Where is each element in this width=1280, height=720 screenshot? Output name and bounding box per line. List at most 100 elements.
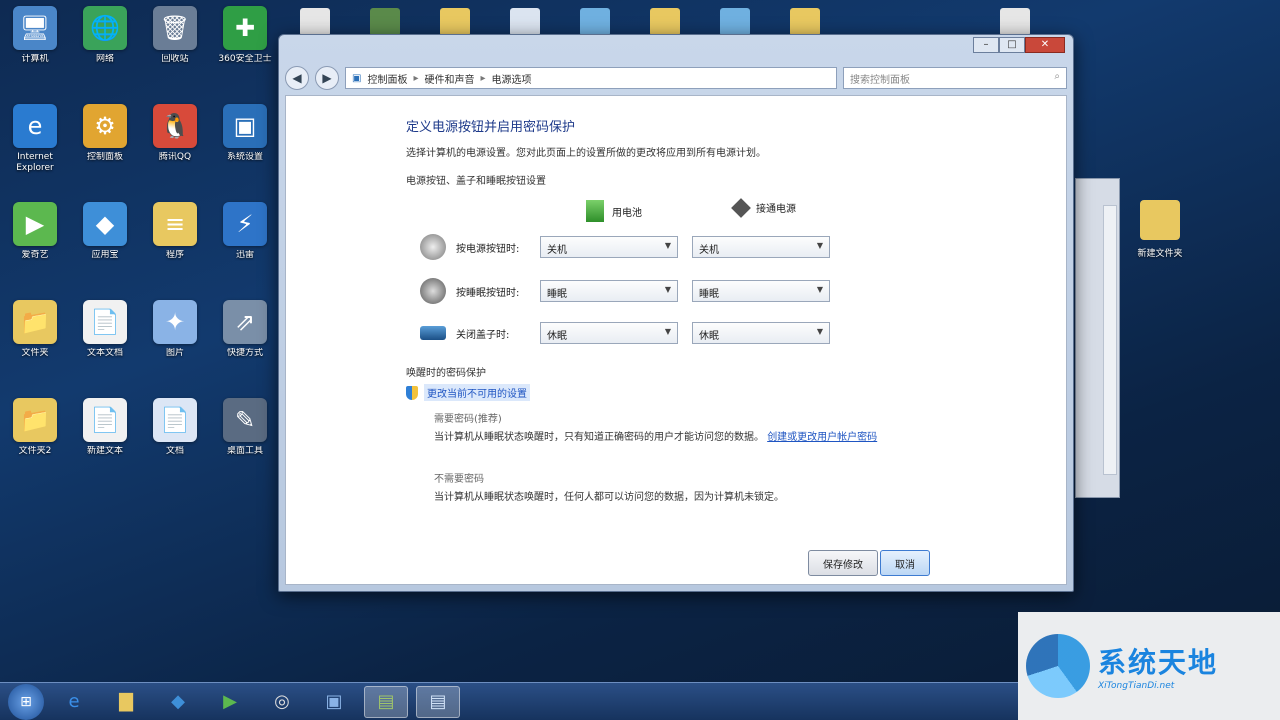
battery-icon: [586, 200, 604, 222]
folder-icon[interactable]: [650, 8, 680, 36]
window-controls: – □ ✕: [973, 37, 1065, 53]
desktop-icon-label: 爱奇艺: [21, 250, 49, 260]
desktop-icon[interactable]: 📄 文本文档: [70, 300, 140, 390]
watermark-title: 系统天地: [1098, 646, 1219, 679]
desktop-icon-label: 应用宝: [91, 250, 119, 260]
breadcrumb-1[interactable]: 控制面板: [367, 71, 407, 86]
desktop-icon[interactable]: 📁 文件夹2: [0, 398, 70, 488]
app-icon: ✚: [223, 6, 267, 50]
option-require-password: 需要密码(推荐) 当计算机从睡眠状态唤醒时，只有知道正确密码的用户才能访问您的数…: [434, 410, 877, 445]
page-title: 定义电源按钮并启用密码保护: [406, 120, 576, 135]
app-icon: 📁: [13, 398, 57, 442]
control-panel-taskbar-icon[interactable]: ▣: [312, 686, 356, 718]
background-window[interactable]: [1075, 178, 1120, 498]
option-heading: 不需要密码: [434, 474, 484, 485]
desktop-icon-label: 图片: [165, 348, 184, 358]
desktop-icon[interactable]: ✎ 桌面工具: [210, 398, 280, 488]
breadcrumb-2[interactable]: 硬件和声音: [424, 71, 474, 86]
folder-icon[interactable]: [720, 8, 750, 36]
folder-icon[interactable]: [580, 8, 610, 36]
navigation-bar: ◀ ▶ ▣ 控制面板 ▸ 硬件和声音 ▸ 电源选项 搜索控制面板 ⌕: [285, 65, 1067, 91]
sleep-button-icon: [420, 278, 446, 304]
app-icon: 📄: [83, 398, 127, 442]
app-icon[interactable]: ◎: [260, 686, 304, 718]
plugged-lid-select[interactable]: 休眠 ▼: [692, 322, 830, 344]
file-icon[interactable]: [510, 8, 540, 36]
plugged-power-button-select[interactable]: 关机 ▼: [692, 236, 830, 258]
desktop-icon[interactable]: ≡ 程序: [140, 202, 210, 292]
watermark-subtitle: XiTongTianDi.net: [1098, 681, 1175, 691]
desktop-icon[interactable]: 🐧 腾讯QQ: [140, 104, 210, 194]
address-bar[interactable]: ▣ 控制面板 ▸ 硬件和声音 ▸ 电源选项: [345, 67, 837, 89]
plugged-sleep-button-select[interactable]: 睡眠 ▼: [692, 280, 830, 302]
app-icon: 🌐: [83, 6, 127, 50]
create-password-link[interactable]: 创建或更改用户帐户密码: [767, 432, 877, 443]
desktop-icon[interactable]: ▶ 爱奇艺: [0, 202, 70, 292]
desktop-icon[interactable]: 📁 文件夹: [0, 300, 70, 390]
desktop-icon[interactable]: 🗑 回收站: [140, 6, 210, 96]
file-explorer-icon[interactable]: ▇: [104, 686, 148, 718]
desktop-icon[interactable]: e Internet Explorer: [0, 104, 70, 194]
app-icon: 🐧: [153, 104, 197, 148]
content-pane: 定义电源按钮并启用密码保护 选择计算机的电源设置。您对此页面上的设置所做的更改将…: [285, 95, 1067, 585]
breadcrumb-3[interactable]: 电源选项: [492, 71, 532, 86]
back-button[interactable]: ◀: [285, 66, 309, 90]
option-heading: 需要密码(推荐): [434, 414, 502, 425]
taskbar: ⊞ e ▇ ◆ ▶ ◎ ▣ ▤ ▤: [0, 682, 1018, 720]
desktop-icon-folder-right[interactable]: 新建文件夹: [1125, 200, 1195, 290]
setting-label: 按睡眠按钮时:: [456, 287, 520, 299]
app-icon[interactable]: [370, 8, 400, 36]
app-icon: ◆: [83, 202, 127, 246]
setting-row-sleep-button: 按睡眠按钮时: 睡眠 ▼ 睡眠 ▼: [420, 276, 844, 306]
desktop-top-icons: [280, 0, 1080, 38]
desktop-icon-label: 文档: [165, 446, 184, 456]
desktop-icon-label: 网络: [95, 54, 114, 64]
file-icon[interactable]: [300, 8, 330, 36]
maximize-button[interactable]: □: [999, 37, 1025, 53]
folder-icon[interactable]: [790, 8, 820, 36]
app-icon: 🖥: [13, 6, 57, 50]
desktop-icon[interactable]: 🌐 网络: [70, 6, 140, 96]
change-settings-label[interactable]: 更改当前不可用的设置: [424, 384, 530, 401]
desktop-icons: 🖥 计算机 🌐 网络 🗑 回收站 ✚ 360安全卫士 e Internet Explorer ⚙ 控制…: [0, 0, 280, 680]
file-icon[interactable]: [1000, 8, 1030, 36]
desktop-icon[interactable]: ✚ 360安全卫士: [210, 6, 280, 96]
desktop-icon[interactable]: ◆ 应用宝: [70, 202, 140, 292]
desktop-icon[interactable]: 📄 文档: [140, 398, 210, 488]
power-options-window[interactable]: – □ ✕ ◀ ▶ ▣ 控制面板 ▸ 硬件和声音 ▸ 电源选项 搜索控制面板 ⌕…: [278, 34, 1074, 592]
control-panel-icon: ▣: [352, 72, 362, 84]
option-text: 当计算机从睡眠状态唤醒时，任何人都可以访问您的数据，因为计算机未锁定。: [434, 492, 784, 503]
desktop-icon[interactable]: ✦ 图片: [140, 300, 210, 390]
battery-sleep-button-select[interactable]: 睡眠 ▼: [540, 280, 678, 302]
minimize-button[interactable]: –: [973, 37, 999, 53]
watermark-logo: [1026, 634, 1090, 698]
save-button[interactable]: 保存修改: [808, 550, 878, 576]
taskbar-window-2[interactable]: ▤: [416, 685, 460, 718]
scrollbar[interactable]: [1103, 205, 1117, 475]
app-icon: 📄: [153, 398, 197, 442]
taskbar-window-1[interactable]: ▤: [364, 685, 408, 718]
desktop-icon[interactable]: ⇗ 快捷方式: [210, 300, 280, 390]
page-description: 选择计算机的电源设置。您对此页面上的设置所做的更改将应用到所有电源计划。: [406, 148, 766, 159]
section-subheading: 电源按钮、盖子和睡眠按钮设置: [406, 176, 546, 187]
app-icon: e: [13, 104, 57, 148]
search-input[interactable]: 搜索控制面板 ⌕: [843, 67, 1067, 89]
battery-lid-select[interactable]: 休眠 ▼: [540, 322, 678, 344]
media-player-icon[interactable]: ▶: [208, 686, 252, 718]
desktop-icon[interactable]: ▣ 系统设置: [210, 104, 280, 194]
chevron-down-icon: ▼: [664, 327, 671, 336]
ie-icon[interactable]: e: [52, 686, 96, 718]
close-button[interactable]: ✕: [1025, 37, 1065, 53]
cancel-button[interactable]: 取消: [880, 550, 930, 576]
folder-icon: [1140, 200, 1180, 240]
folder-icon[interactable]: [440, 8, 470, 36]
desktop-icon[interactable]: 📄 新建文本: [70, 398, 140, 488]
desktop-icon[interactable]: ⚡ 迅雷: [210, 202, 280, 292]
battery-power-button-select[interactable]: 关机 ▼: [540, 236, 678, 258]
forward-button[interactable]: ▶: [315, 66, 339, 90]
start-button[interactable]: ⊞: [8, 683, 44, 720]
app-store-icon[interactable]: ◆: [156, 686, 200, 718]
desktop-icon[interactable]: ⚙ 控制面板: [70, 104, 140, 194]
change-settings-link[interactable]: 更改当前不可用的设置: [406, 384, 530, 401]
desktop-icon[interactable]: 🖥 计算机: [0, 6, 70, 96]
